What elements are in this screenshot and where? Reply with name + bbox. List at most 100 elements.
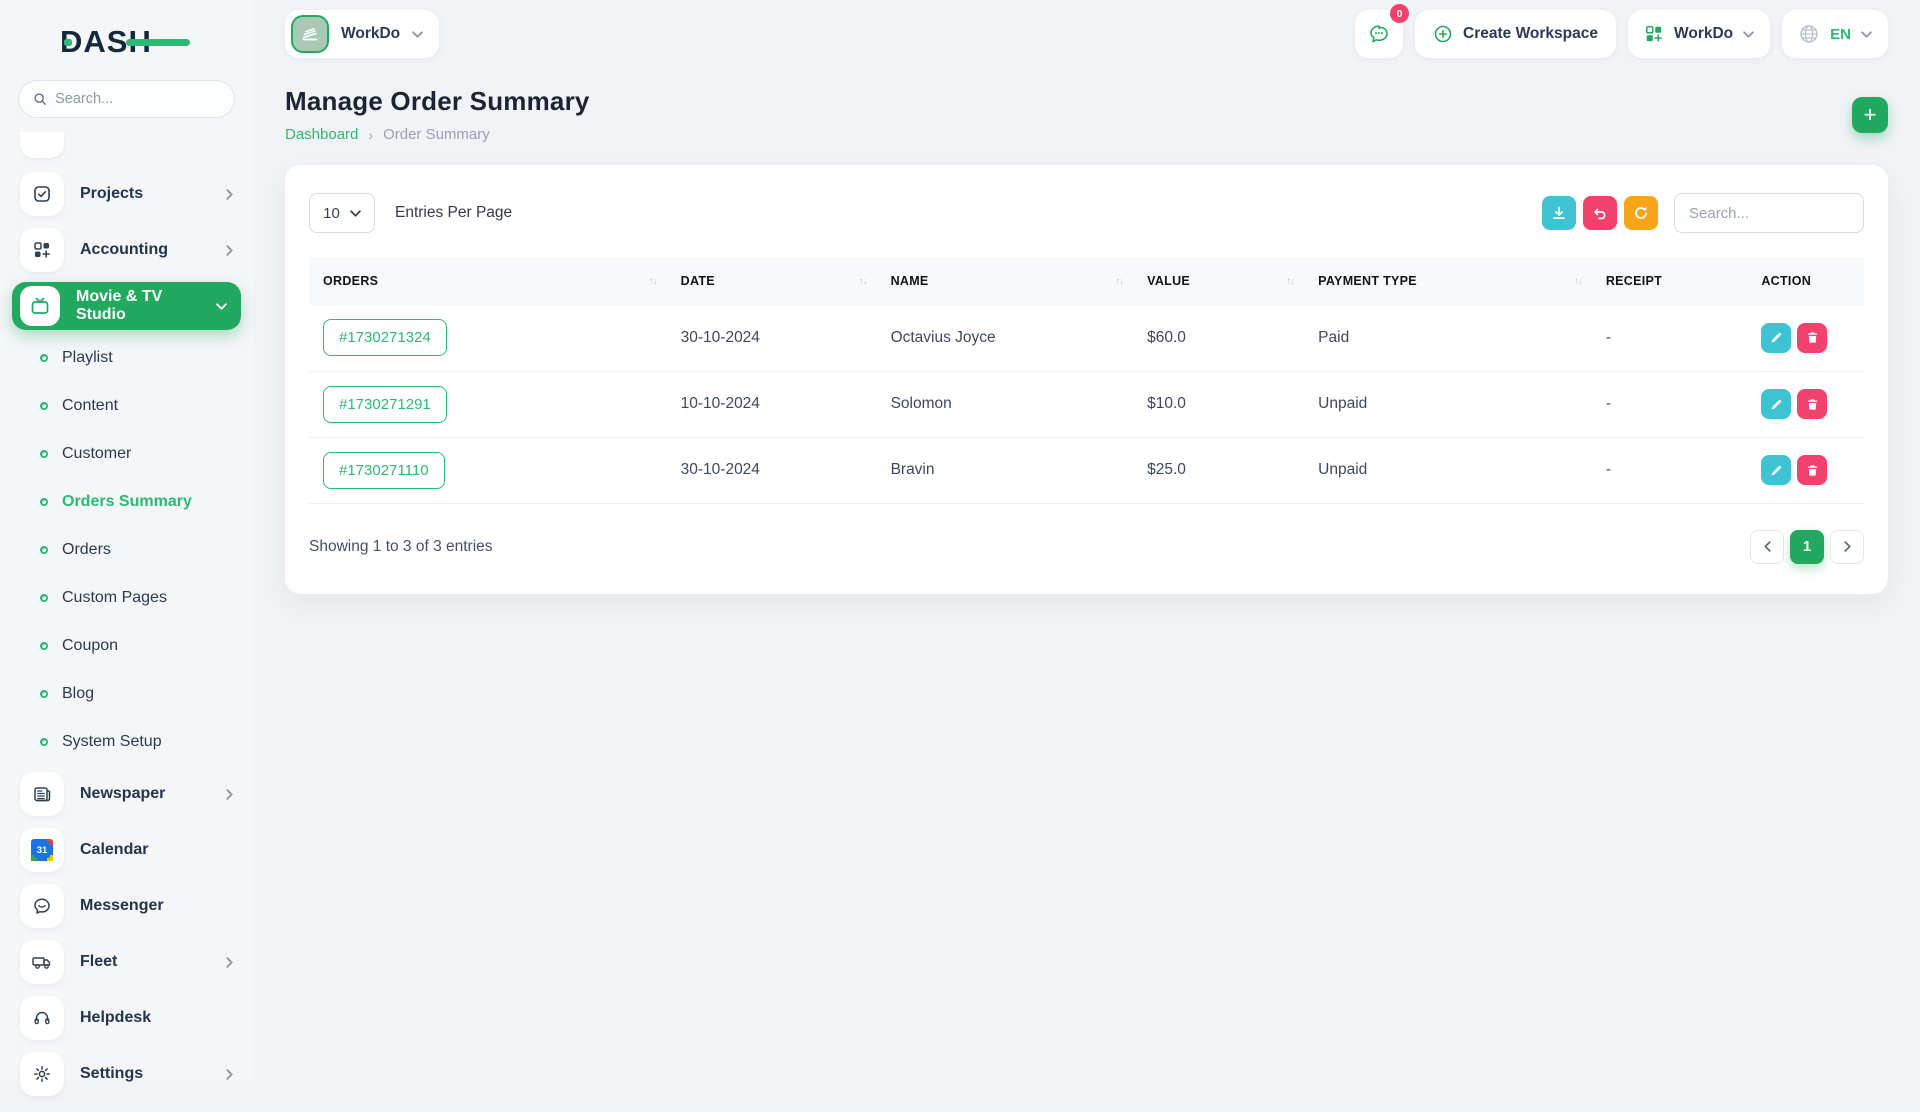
sidebar-item-accounting[interactable]: Accounting: [0, 222, 253, 278]
column-header-action: ACTION: [1747, 257, 1864, 305]
logo: DASH: [0, 14, 253, 74]
sidebar-subitem-content[interactable]: Content: [0, 382, 253, 430]
sidebar-subitem-system-setup[interactable]: System Setup: [0, 718, 253, 766]
order-number-link[interactable]: #1730271291: [323, 385, 447, 423]
cell-name: Solomon: [876, 371, 1134, 438]
pagination-next-button[interactable]: [1830, 529, 1864, 564]
reset-back-button[interactable]: [1583, 196, 1617, 230]
cell-name: Bravin: [876, 437, 1134, 504]
dash-logo-graphic: DASH: [62, 24, 190, 59]
trash-icon: [1807, 332, 1817, 343]
sidebar-item-messenger[interactable]: Messenger: [0, 878, 253, 934]
sidebar: DASH Projects: [0, 0, 253, 1096]
sidebar-item-fleet[interactable]: Fleet: [0, 934, 253, 990]
chevron-down-icon: [216, 301, 227, 312]
create-workspace-button[interactable]: Create Workspace: [1415, 10, 1617, 58]
bullet-icon: [40, 498, 48, 506]
column-header-name[interactable]: NAME ↑↓: [876, 257, 1134, 305]
chevron-left-icon: [1763, 541, 1771, 552]
sidebar-subitem-orders-summary[interactable]: Orders Summary: [0, 478, 253, 526]
delete-button[interactable]: [1797, 389, 1828, 419]
sidebar-subitem-blog[interactable]: Blog: [0, 670, 253, 718]
sidebar-subitem-custom-pages[interactable]: Custom Pages: [0, 574, 253, 622]
breadcrumb: Dashboard › Order Summary: [285, 126, 590, 143]
workspace-name: WorkDo: [341, 25, 401, 42]
delete-button[interactable]: [1797, 322, 1828, 353]
sidebar-item-projects[interactable]: Projects: [0, 166, 253, 222]
column-header-payment-type[interactable]: PAYMENT TYPE ↑↓: [1304, 257, 1592, 305]
entries-per-page-select[interactable]: 10: [309, 193, 375, 233]
edit-button[interactable]: [1761, 389, 1792, 419]
sidebar-subitem-label: Orders: [62, 541, 111, 558]
showing-entries-text: Showing 1 to 3 of 3 entries: [309, 537, 493, 555]
order-number-link[interactable]: #1730271324: [323, 319, 447, 357]
cell-receipt: -: [1591, 437, 1748, 504]
cell-value: $25.0: [1133, 437, 1305, 504]
delete-button[interactable]: [1797, 455, 1828, 485]
cell-value: $10.0: [1133, 371, 1305, 438]
table-toolbar: 10 Entries Per Page: [309, 193, 1864, 233]
cell-receipt: -: [1591, 305, 1748, 372]
sidebar-item-calendar[interactable]: 31 Calendar: [0, 822, 253, 878]
column-header-value[interactable]: VALUE ↑↓: [1133, 257, 1305, 305]
sidebar-search[interactable]: [18, 80, 235, 118]
workspace-selector[interactable]: WorkDo: [285, 10, 440, 58]
calendar-day-number: 31: [34, 842, 50, 858]
messages-button[interactable]: 0: [1355, 4, 1410, 58]
chevron-down-icon: [412, 29, 423, 40]
sidebar-subitem-coupon[interactable]: Coupon: [0, 622, 253, 670]
sidebar-subitem-playlist[interactable]: Playlist: [0, 334, 253, 382]
pagination-page-1[interactable]: 1: [1790, 529, 1824, 564]
entries-per-page-label: Entries Per Page: [395, 204, 513, 221]
cell-value: $60.0: [1133, 305, 1305, 372]
trash-icon: [1807, 464, 1817, 476]
table-row: #1730271291 10-10-2024 Solomon $10.0 Unp…: [309, 371, 1864, 438]
column-header-orders[interactable]: ORDERS ↑↓: [309, 257, 667, 305]
sidebar-item-label: Fleet: [80, 953, 118, 970]
sidebar-item-label: Messenger: [80, 897, 164, 914]
sidebar-item-newspaper[interactable]: Newspaper: [0, 766, 253, 822]
app-switcher-button[interactable]: WorkDo: [1628, 10, 1771, 58]
language-code: EN: [1830, 25, 1851, 43]
sidebar-item-clipped[interactable]: [20, 132, 64, 158]
column-header-date[interactable]: DATE ↑↓: [666, 257, 877, 305]
page-title: Manage Order Summary: [285, 86, 590, 116]
language-selector[interactable]: EN: [1782, 10, 1888, 58]
gear-icon: [20, 1052, 64, 1096]
pencil-icon: [1771, 464, 1782, 475]
export-download-button[interactable]: [1542, 196, 1576, 230]
pagination-prev-button[interactable]: [1750, 529, 1784, 564]
entries-per-page-value: 10: [323, 204, 340, 222]
newspaper-icon: [20, 772, 64, 816]
pencil-icon: [1771, 398, 1782, 409]
breadcrumb-dashboard-link[interactable]: Dashboard: [285, 126, 358, 143]
table-row: #1730271110 30-10-2024 Bravin $25.0 Unpa…: [309, 437, 1864, 504]
sidebar-search-input[interactable]: [55, 91, 220, 107]
projects-icon: [20, 172, 64, 216]
sidebar-subitem-customer[interactable]: Customer: [0, 430, 253, 478]
add-order-button[interactable]: +: [1852, 96, 1888, 133]
bullet-icon: [40, 594, 48, 602]
refresh-button[interactable]: [1624, 196, 1658, 230]
sidebar-item-helpdesk[interactable]: Helpdesk: [0, 990, 253, 1046]
cell-date: 30-10-2024: [666, 437, 877, 504]
order-number-link[interactable]: #1730271110: [323, 451, 445, 489]
table-search-input[interactable]: [1674, 193, 1864, 233]
sidebar-item-settings[interactable]: Settings: [0, 1046, 253, 1102]
cell-payment-type: Unpaid: [1304, 437, 1592, 504]
edit-button[interactable]: [1761, 455, 1792, 485]
fleet-truck-icon: [20, 940, 64, 984]
bullet-icon: [40, 546, 48, 554]
chevron-down-icon: [1743, 29, 1754, 40]
edit-button[interactable]: [1761, 322, 1792, 353]
breadcrumb-separator: ›: [368, 126, 374, 143]
sidebar-item-movie-tv-studio[interactable]: Movie & TV Studio: [12, 282, 241, 330]
cell-date: 10-10-2024: [666, 371, 877, 438]
trash-icon: [1807, 398, 1817, 410]
cell-receipt: -: [1591, 371, 1748, 438]
topbar: WorkDo 0 Create Workspace WorkDo EN: [285, 0, 1888, 68]
orders-card: 10 Entries Per Page Search... ORDERS ↑↓ …: [285, 165, 1888, 594]
chevron-right-icon: [1843, 541, 1851, 552]
sidebar-item-label: Calendar: [80, 841, 149, 858]
sidebar-subitem-orders[interactable]: Orders: [0, 526, 253, 574]
